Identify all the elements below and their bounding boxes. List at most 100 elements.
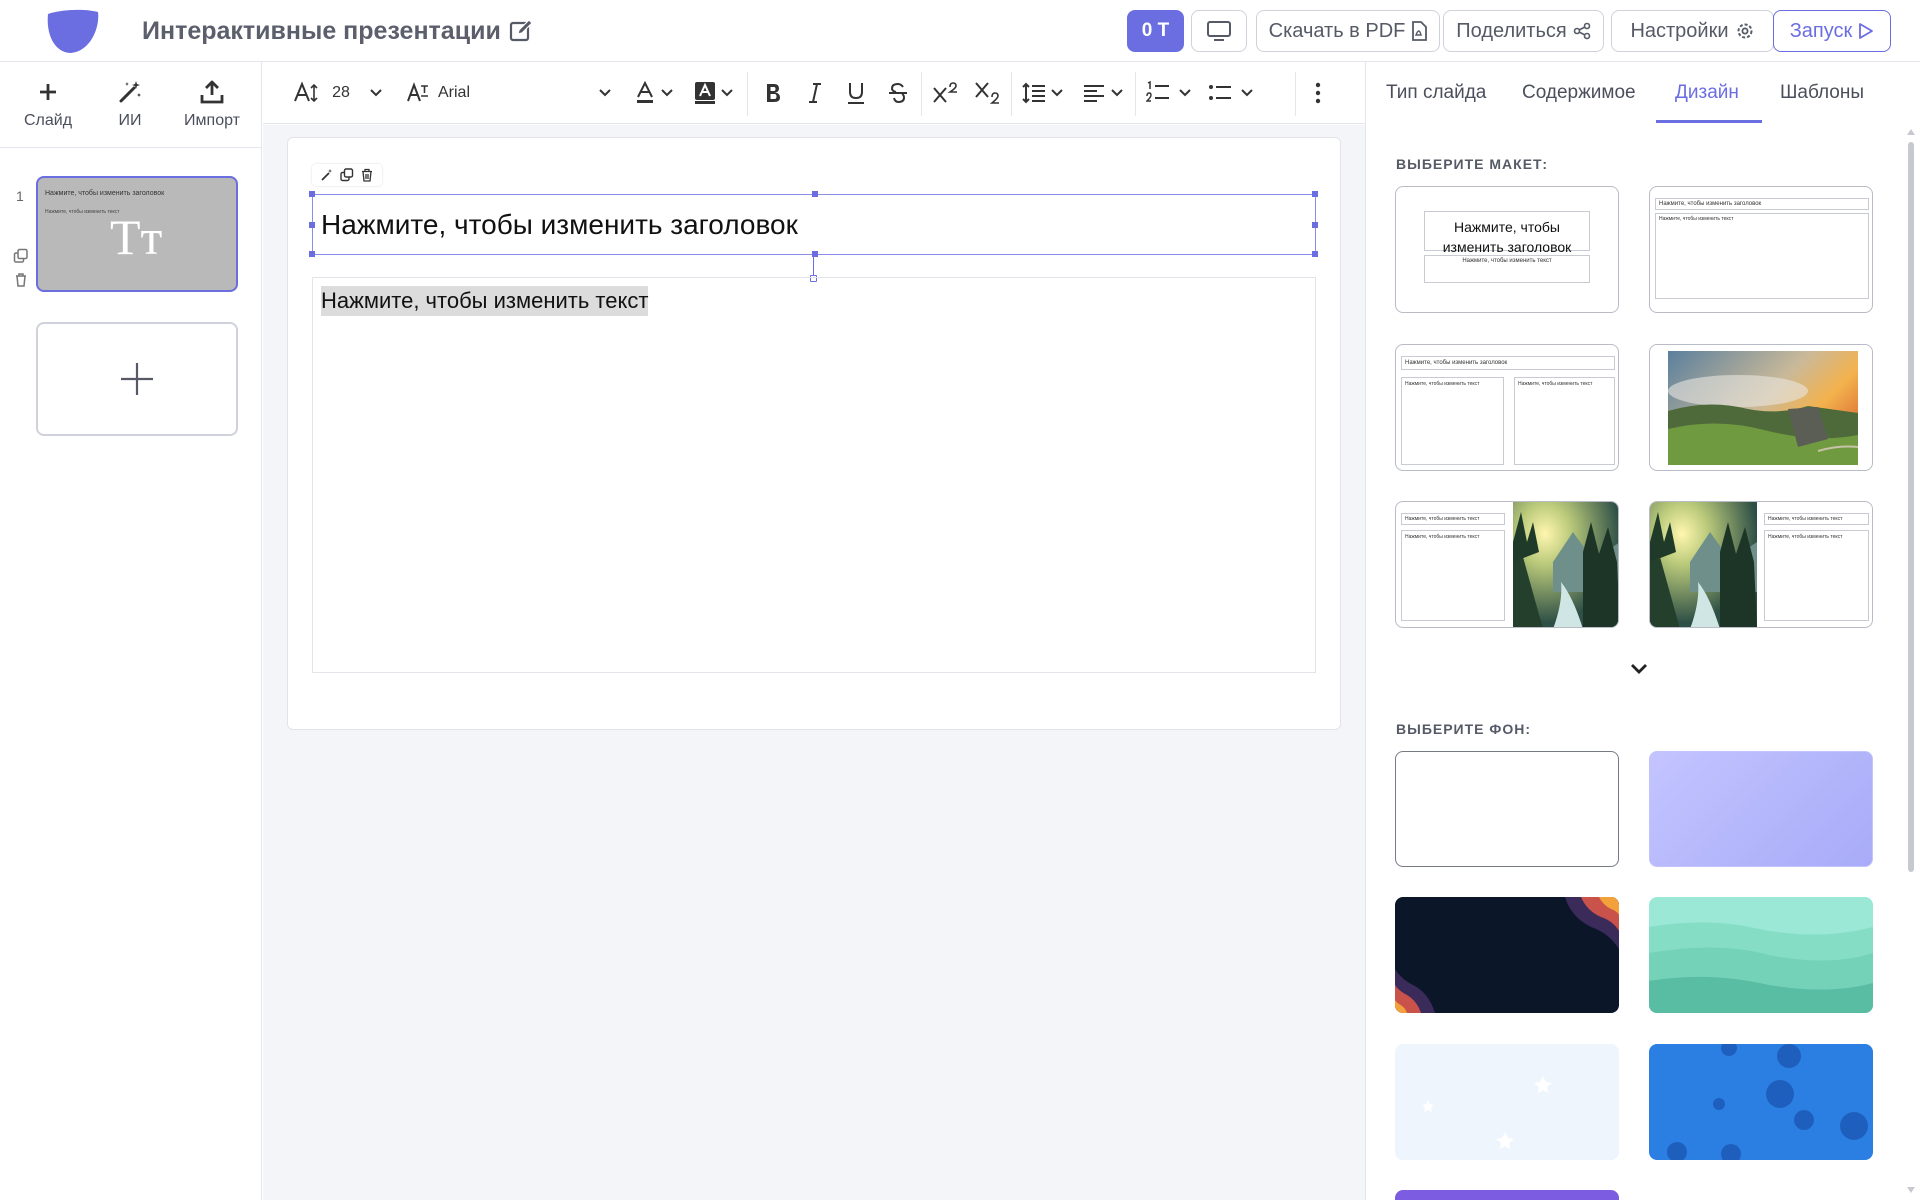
resize-handle[interactable] xyxy=(1312,191,1318,197)
font-size-chevron-icon[interactable] xyxy=(367,78,385,108)
layout-title-center-text: Нажмите, чтобы изменить заголовок xyxy=(1442,219,1572,255)
slide-body-box[interactable]: Нажмите, чтобы изменить текст xyxy=(312,277,1316,673)
format-toolbar: 28 Arial xyxy=(263,62,1365,124)
add-slide-tool-button[interactable]: Слайд xyxy=(6,78,90,140)
slide-canvas[interactable]: Нажмите, чтобы изменить заголовок Нажмит… xyxy=(287,137,1341,730)
launch-button[interactable]: Запуск xyxy=(1773,10,1891,52)
layout-option-two-columns[interactable]: Нажмите, чтобы изменить заголовок Нажмит… xyxy=(1395,344,1619,471)
slide-title-text[interactable]: Нажмите, чтобы изменить заголовок xyxy=(321,209,798,241)
user-avatar-button[interactable]: 0 T xyxy=(1127,10,1184,52)
panel-scrollbar-thumb[interactable] xyxy=(1908,142,1914,872)
download-pdf-button[interactable]: Скачать в PDF xyxy=(1256,10,1440,52)
user-initials: 0 T xyxy=(1141,20,1170,41)
layout-option-text-image[interactable]: Нажмите, чтобы изменить текст Нажмите, ч… xyxy=(1395,501,1619,628)
magic-wand-icon[interactable] xyxy=(320,168,334,182)
layout-column-text: Нажмите, чтобы изменить текст xyxy=(1768,534,1843,540)
superscript-icon[interactable] xyxy=(931,78,961,108)
forest-river-image xyxy=(1513,502,1618,627)
highlight-color-icon[interactable] xyxy=(693,78,717,108)
edit-title-icon[interactable] xyxy=(508,18,534,44)
toolbar-divider xyxy=(921,72,922,116)
strikethrough-icon[interactable] xyxy=(885,78,911,108)
active-tab-indicator xyxy=(1656,120,1762,123)
line-spacing-chevron-icon[interactable] xyxy=(1049,78,1065,108)
slide-body-text[interactable]: Нажмите, чтобы изменить текст xyxy=(321,286,649,316)
layout-content-text: Нажмите, чтобы изменить текст xyxy=(1659,216,1734,222)
bold-icon[interactable] xyxy=(759,78,787,108)
import-tool-button[interactable]: Импорт xyxy=(170,78,254,140)
delete-slide-icon[interactable] xyxy=(13,272,29,288)
ai-tool-button[interactable]: ИИ xyxy=(88,78,172,140)
text-color-chevron-icon[interactable] xyxy=(659,78,675,108)
layout-title-bar: Нажмите, чтобы изменить текст xyxy=(1401,513,1505,525)
layout-title-bar: Нажмите, чтобы изменить заголовок xyxy=(1655,198,1869,210)
add-slide-button[interactable] xyxy=(36,322,238,436)
tab-slide-type[interactable]: Тип слайда xyxy=(1386,82,1486,104)
ai-tool-label: ИИ xyxy=(118,112,142,129)
numbered-list-icon[interactable] xyxy=(1145,78,1171,108)
font-family-chevron-icon[interactable] xyxy=(596,78,614,108)
resize-handle[interactable] xyxy=(1312,251,1318,257)
font-size-value[interactable]: 28 xyxy=(329,78,353,108)
numbered-list-chevron-icon[interactable] xyxy=(1177,78,1193,108)
design-panel: Тип слайда Содержимое Дизайн Шаблоны ВЫБ… xyxy=(1365,62,1920,1200)
slide-title-box[interactable]: Нажмите, чтобы изменить заголовок xyxy=(309,191,1318,257)
subscript-icon[interactable] xyxy=(973,78,1003,108)
plus-icon xyxy=(34,78,62,106)
chevron-down-icon[interactable] xyxy=(1629,662,1649,676)
present-button[interactable] xyxy=(1191,10,1247,52)
background-option-pale-stars[interactable] xyxy=(1395,1044,1619,1160)
settings-button[interactable]: Настройки xyxy=(1611,10,1774,52)
line-spacing-icon[interactable] xyxy=(1021,78,1047,108)
app-logo-icon[interactable] xyxy=(44,8,100,54)
slide-thumbnail[interactable]: Нажмите, чтобы изменить заголовок Нажмит… xyxy=(36,176,238,292)
launch-label: Запуск xyxy=(1789,19,1853,42)
duplicate-slide-icon[interactable] xyxy=(13,248,29,264)
underline-icon[interactable] xyxy=(843,78,869,108)
align-chevron-icon[interactable] xyxy=(1109,78,1125,108)
layout-left-column: Нажмите, чтобы изменить текст xyxy=(1401,377,1504,465)
tab-content[interactable]: Содержимое xyxy=(1522,82,1636,104)
align-left-icon[interactable] xyxy=(1081,78,1107,108)
background-option-purple[interactable] xyxy=(1395,1190,1619,1200)
layout-option-title[interactable]: Нажмите, чтобы изменить заголовок Нажмит… xyxy=(1395,186,1619,313)
layout-option-title-content[interactable]: Нажмите, чтобы изменить заголовок Нажмит… xyxy=(1649,186,1873,313)
delete-element-icon[interactable] xyxy=(360,168,374,182)
background-option-dark-waves[interactable] xyxy=(1395,897,1619,1013)
resize-handle[interactable] xyxy=(309,222,315,228)
layout-column-text: Нажмите, чтобы изменить текст xyxy=(1405,534,1480,540)
background-option-white[interactable] xyxy=(1395,751,1619,867)
scroll-down-arrow-icon[interactable] xyxy=(1906,1186,1916,1194)
more-options-icon[interactable] xyxy=(1309,78,1327,108)
layout-option-full-image[interactable] xyxy=(1649,344,1873,471)
slide-number: 1 xyxy=(16,188,24,204)
settings-label: Настройки xyxy=(1630,19,1729,42)
tab-design[interactable]: Дизайн xyxy=(1675,82,1739,104)
background-option-lavender[interactable] xyxy=(1649,751,1873,867)
font-family-value[interactable]: Arial xyxy=(438,78,478,108)
scroll-up-arrow-icon[interactable] xyxy=(1906,128,1916,136)
text-color-icon[interactable] xyxy=(633,78,657,108)
background-option-mint-waves[interactable] xyxy=(1649,897,1873,1013)
bullet-list-icon[interactable] xyxy=(1207,78,1233,108)
resize-handle[interactable] xyxy=(309,251,315,257)
tab-templates[interactable]: Шаблоны xyxy=(1780,82,1864,104)
background-section-label: ВЫБЕРИТЕ ФОН: xyxy=(1396,721,1532,737)
resize-handle[interactable] xyxy=(309,191,315,197)
resize-handle[interactable] xyxy=(1312,222,1318,228)
background-option-blue-bubbles[interactable] xyxy=(1649,1044,1873,1160)
play-icon xyxy=(1859,23,1874,39)
bullet-list-chevron-icon[interactable] xyxy=(1239,78,1255,108)
landscape-sunset-image xyxy=(1668,351,1858,465)
layout-title-small-text: Нажмите, чтобы изменить заголовок xyxy=(1659,201,1762,207)
duplicate-element-icon[interactable] xyxy=(340,168,354,182)
layout-option-image-text[interactable]: Нажмите, чтобы изменить текст Нажмите, ч… xyxy=(1649,501,1873,628)
monitor-icon xyxy=(1207,21,1231,41)
highlight-color-chevron-icon[interactable] xyxy=(719,78,735,108)
canvas-area: Нажмите, чтобы изменить заголовок Нажмит… xyxy=(263,125,1365,1200)
resize-handle[interactable] xyxy=(812,191,818,197)
share-button[interactable]: Поделиться xyxy=(1443,10,1604,52)
layout-text-column: Нажмите, чтобы изменить текст xyxy=(1764,530,1869,621)
app-title[interactable]: Интерактивные презентации xyxy=(142,17,501,46)
italic-icon[interactable] xyxy=(803,78,827,108)
